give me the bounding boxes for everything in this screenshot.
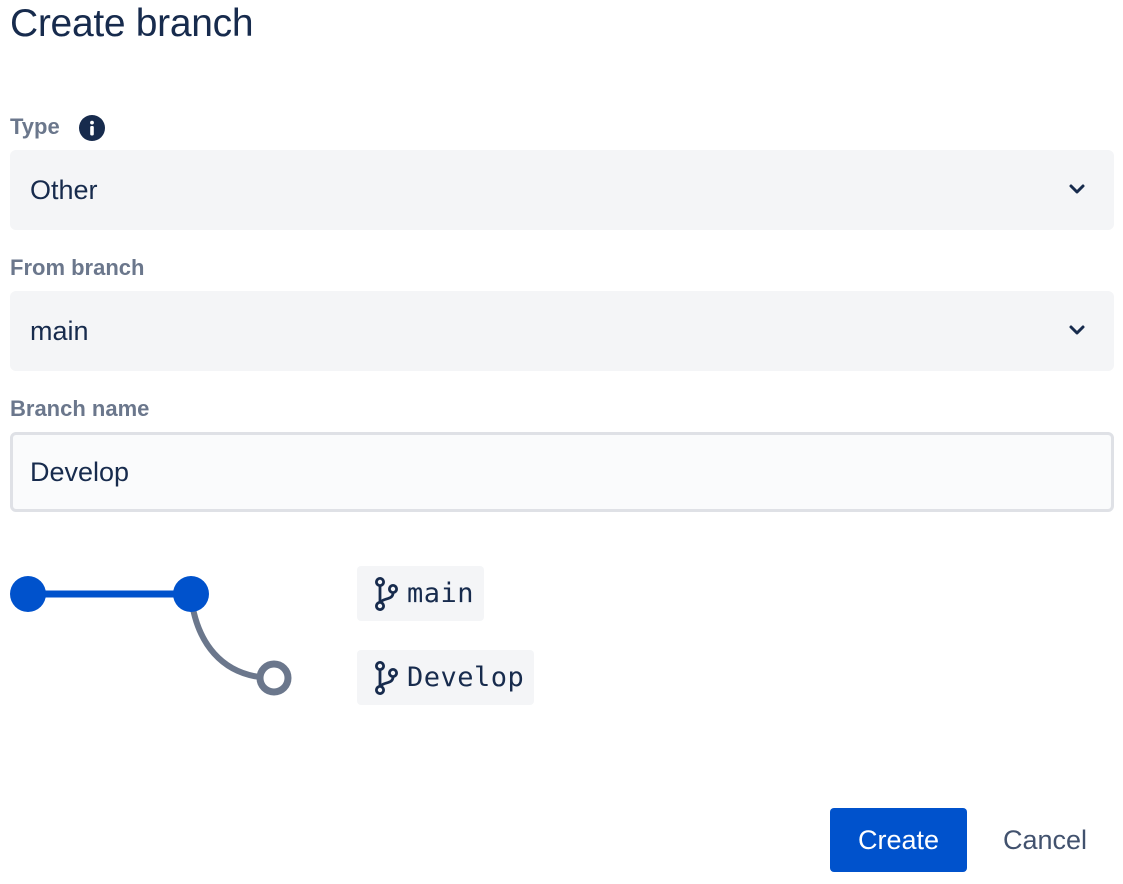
new-branch-name: Develop	[407, 662, 525, 693]
type-label: Type	[10, 114, 60, 139]
cancel-button[interactable]: Cancel	[982, 808, 1108, 872]
dialog-title: Create branch	[10, 2, 254, 45]
source-branch-name: main	[407, 578, 475, 609]
from-branch-label: From branch	[10, 255, 145, 280]
type-select-value: Other	[30, 175, 98, 205]
from-branch-select-value: main	[30, 316, 89, 346]
branch-name-input-value: Develop	[30, 457, 130, 487]
branch-name-label: Branch name	[10, 396, 150, 421]
info-icon[interactable]	[79, 115, 105, 141]
new-branch-chip: Develop	[357, 650, 535, 705]
chevron-down-icon	[1069, 184, 1085, 194]
new-branch-curve	[188, 593, 277, 681]
git-branch-icon	[375, 576, 398, 611]
branch-name-input[interactable]: Develop	[10, 432, 1114, 512]
create-button[interactable]: Create	[830, 808, 967, 872]
chevron-down-icon	[1069, 325, 1085, 335]
new-branch-node	[256, 660, 292, 696]
source-branch-head-node	[173, 576, 209, 612]
source-branch-start-node	[10, 576, 46, 612]
branch-diagram	[10, 576, 292, 696]
type-select[interactable]: Other	[10, 150, 1114, 230]
from-branch-select[interactable]: main	[10, 291, 1114, 371]
git-branch-icon	[375, 660, 398, 695]
source-branch-chip: main	[357, 566, 485, 621]
